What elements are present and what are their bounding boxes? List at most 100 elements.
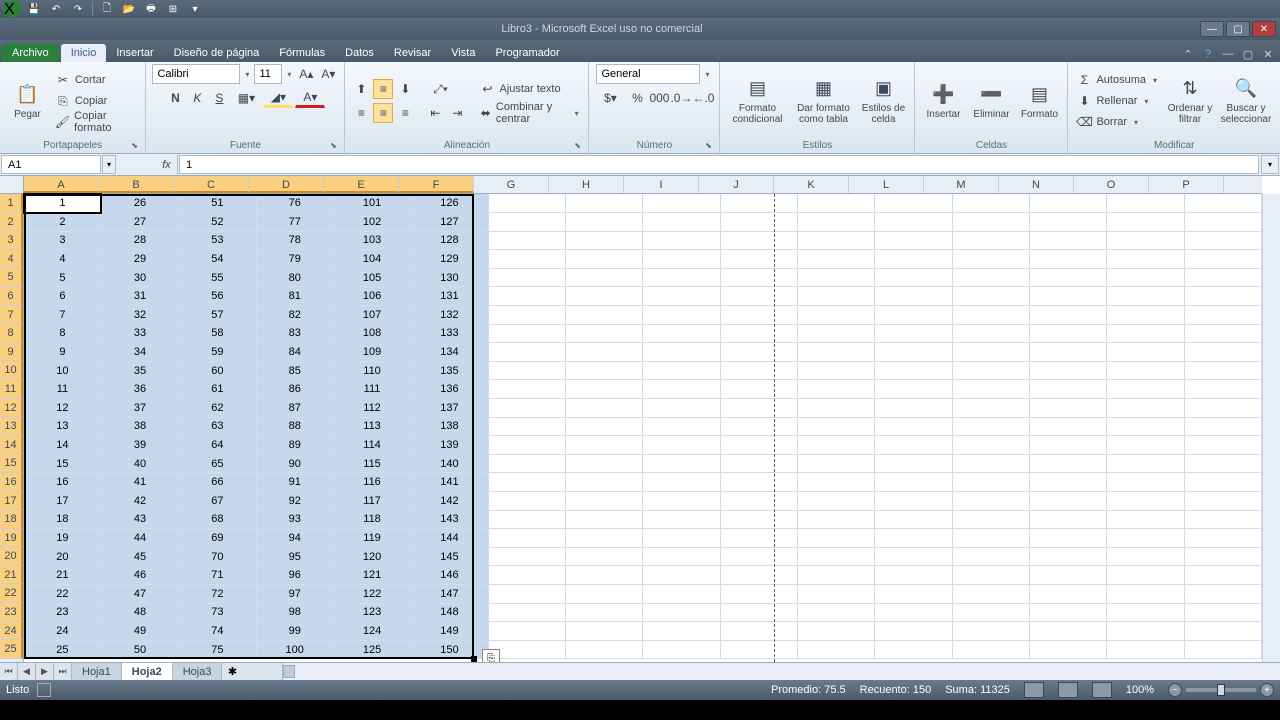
cell[interactable] xyxy=(1107,640,1184,659)
cell[interactable] xyxy=(797,324,874,343)
cell[interactable]: 137 xyxy=(411,399,488,418)
cell[interactable] xyxy=(1184,343,1261,362)
cell[interactable]: 20 xyxy=(24,547,101,566)
cell[interactable] xyxy=(643,454,720,473)
number-launcher-icon[interactable]: ⬊ xyxy=(703,141,713,151)
zoom-in-icon[interactable]: + xyxy=(1260,683,1274,697)
cell[interactable]: 57 xyxy=(179,306,256,325)
cell[interactable] xyxy=(952,231,1029,250)
cell[interactable]: 95 xyxy=(256,547,333,566)
cell[interactable] xyxy=(565,622,642,641)
cell[interactable]: 13 xyxy=(24,417,101,436)
row-header[interactable]: 18 xyxy=(0,510,23,529)
select-all-corner[interactable] xyxy=(0,176,24,194)
cell[interactable] xyxy=(643,622,720,641)
cell[interactable]: 56 xyxy=(179,287,256,306)
cell[interactable]: 82 xyxy=(256,306,333,325)
cell[interactable]: 7 xyxy=(24,306,101,325)
cell[interactable] xyxy=(952,622,1029,641)
redo-icon[interactable]: ↷ xyxy=(70,1,86,17)
cell[interactable] xyxy=(565,268,642,287)
cell[interactable] xyxy=(488,268,565,287)
cell[interactable]: 121 xyxy=(333,566,410,585)
grow-font-icon[interactable]: A▴ xyxy=(296,64,316,84)
cell[interactable] xyxy=(720,436,797,455)
cell[interactable]: 61 xyxy=(179,380,256,399)
cell[interactable] xyxy=(643,213,720,232)
cell[interactable]: 21 xyxy=(24,566,101,585)
cell[interactable] xyxy=(952,436,1029,455)
cell[interactable] xyxy=(720,510,797,529)
merge-center-button[interactable]: ⬌Combinar y centrar▾ xyxy=(477,103,582,123)
font-launcher-icon[interactable]: ⬊ xyxy=(328,141,338,151)
cell[interactable] xyxy=(1184,213,1261,232)
new-sheet-icon[interactable]: ✱ xyxy=(222,663,242,680)
save-icon[interactable]: 💾 xyxy=(26,1,42,17)
format-as-table-button[interactable]: ▦Dar formato como tabla xyxy=(792,68,854,134)
cell[interactable]: 4 xyxy=(24,250,101,269)
cell[interactable]: 46 xyxy=(101,566,178,585)
minimize-button[interactable]: — xyxy=(1200,21,1224,37)
cell[interactable]: 139 xyxy=(411,436,488,455)
percent-format-icon[interactable]: % xyxy=(627,88,647,108)
cell[interactable]: 55 xyxy=(179,268,256,287)
cell[interactable] xyxy=(565,343,642,362)
row-header[interactable]: 24 xyxy=(0,622,23,641)
chevron-down-icon[interactable]: ▾ xyxy=(242,70,252,79)
cell[interactable] xyxy=(720,380,797,399)
decrease-indent-icon[interactable]: ⇤ xyxy=(425,103,445,123)
sheet-tab-hoja1[interactable]: Hoja1 xyxy=(72,663,122,680)
align-center-icon[interactable]: ≡ xyxy=(373,103,393,123)
italic-button[interactable]: K xyxy=(187,88,207,108)
column-header[interactable]: C xyxy=(174,176,249,193)
bold-button[interactable]: N xyxy=(165,88,185,108)
cell[interactable]: 62 xyxy=(179,399,256,418)
cell[interactable] xyxy=(952,603,1029,622)
cell[interactable]: 128 xyxy=(411,231,488,250)
cell[interactable] xyxy=(1184,399,1261,418)
cell[interactable] xyxy=(488,231,565,250)
cell[interactable]: 54 xyxy=(179,250,256,269)
chevron-down-icon[interactable]: ▾ xyxy=(702,70,712,79)
cell[interactable]: 11 xyxy=(24,380,101,399)
cell[interactable] xyxy=(1184,566,1261,585)
cell[interactable] xyxy=(952,510,1029,529)
page-break-view-icon[interactable] xyxy=(1092,682,1112,698)
cell[interactable] xyxy=(565,399,642,418)
cell[interactable] xyxy=(1184,510,1261,529)
cell[interactable] xyxy=(1029,492,1106,511)
cell[interactable]: 29 xyxy=(101,250,178,269)
row-header[interactable]: 13 xyxy=(0,417,23,436)
cell[interactable]: 1 xyxy=(24,194,101,213)
cell[interactable]: 149 xyxy=(411,622,488,641)
cell[interactable]: 78 xyxy=(256,231,333,250)
cell[interactable] xyxy=(488,566,565,585)
cell[interactable] xyxy=(875,492,952,511)
clipboard-launcher-icon[interactable]: ⬊ xyxy=(129,141,139,151)
sheet-tab-hoja3[interactable]: Hoja3 xyxy=(173,663,223,680)
tab-programador[interactable]: Programador xyxy=(485,44,569,62)
cell[interactable] xyxy=(565,194,642,213)
cell[interactable] xyxy=(643,640,720,659)
cell[interactable] xyxy=(720,361,797,380)
cell[interactable]: 110 xyxy=(333,361,410,380)
cell[interactable] xyxy=(1107,399,1184,418)
cell[interactable] xyxy=(1029,436,1106,455)
cell[interactable] xyxy=(643,603,720,622)
cell[interactable]: 38 xyxy=(101,417,178,436)
cell[interactable] xyxy=(720,566,797,585)
cell[interactable] xyxy=(1184,361,1261,380)
column-header[interactable]: B xyxy=(99,176,174,193)
cell[interactable]: 119 xyxy=(333,529,410,548)
cell[interactable] xyxy=(1029,194,1106,213)
cell[interactable]: 92 xyxy=(256,492,333,511)
cell[interactable] xyxy=(488,343,565,362)
cell[interactable]: 120 xyxy=(333,547,410,566)
cell[interactable] xyxy=(797,492,874,511)
cell[interactable] xyxy=(643,417,720,436)
align-left-icon[interactable]: ≡ xyxy=(351,103,371,123)
cell[interactable] xyxy=(1107,566,1184,585)
cell[interactable] xyxy=(1107,622,1184,641)
conditional-format-button[interactable]: ▤Formato condicional xyxy=(726,68,788,134)
cell[interactable] xyxy=(875,436,952,455)
